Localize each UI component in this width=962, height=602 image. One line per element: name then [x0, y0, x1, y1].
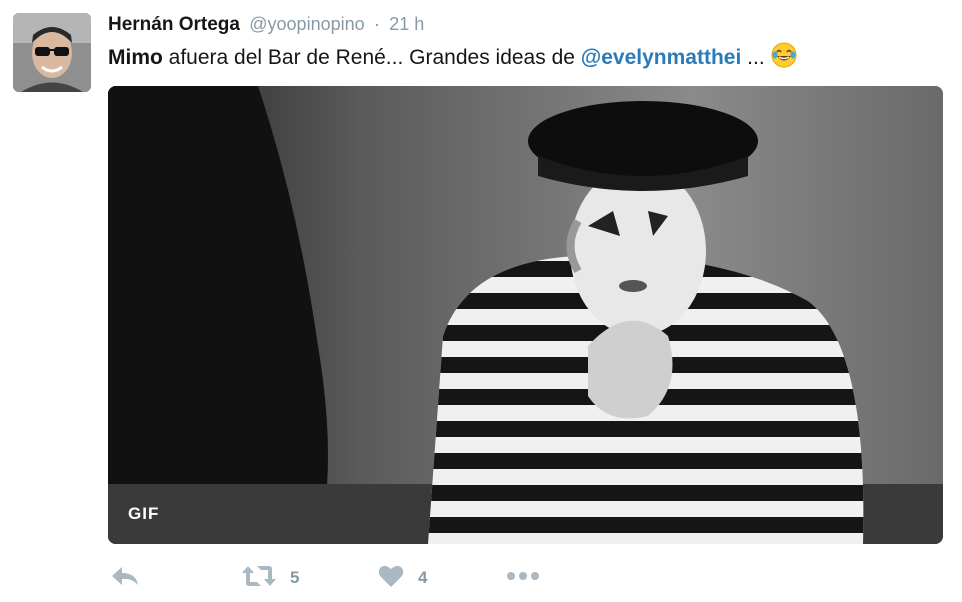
tweet-text: Mimo afuera del Bar de René... Grandes i…: [108, 42, 797, 76]
avatar[interactable]: [13, 13, 91, 92]
reply-button[interactable]: [110, 562, 140, 594]
like-count: 4: [418, 568, 428, 587]
separator-dot: ·: [373, 14, 380, 34]
tweet-actions: 5 4: [108, 562, 948, 594]
gif-media[interactable]: GIF: [108, 86, 943, 544]
tweet-text-bold: Mimo: [108, 46, 163, 69]
retweet-icon: [242, 564, 276, 593]
tweet-text-end: ...: [741, 46, 765, 69]
author-name[interactable]: Hernán Ortega: [108, 14, 240, 35]
more-icon: [506, 569, 540, 587]
tweet-timestamp[interactable]: 21 h: [389, 14, 424, 34]
more-button[interactable]: [506, 562, 540, 594]
heart-icon: [378, 564, 404, 593]
retweet-count: 5: [290, 568, 300, 587]
like-button[interactable]: 4: [378, 562, 427, 594]
tweet-header: Hernán Ortega @yoopinopino · 21 h: [108, 12, 424, 37]
reply-icon: [110, 564, 140, 593]
laughing-emoji-icon: [771, 42, 797, 76]
tweet-text-middle: afuera del Bar de René... Grandes ideas …: [162, 46, 581, 69]
author-handle[interactable]: @yoopinopino: [249, 14, 364, 34]
mention-link[interactable]: @evelynmatthei: [581, 46, 742, 69]
gif-badge: GIF: [128, 504, 160, 523]
retweet-button[interactable]: 5: [242, 562, 299, 594]
